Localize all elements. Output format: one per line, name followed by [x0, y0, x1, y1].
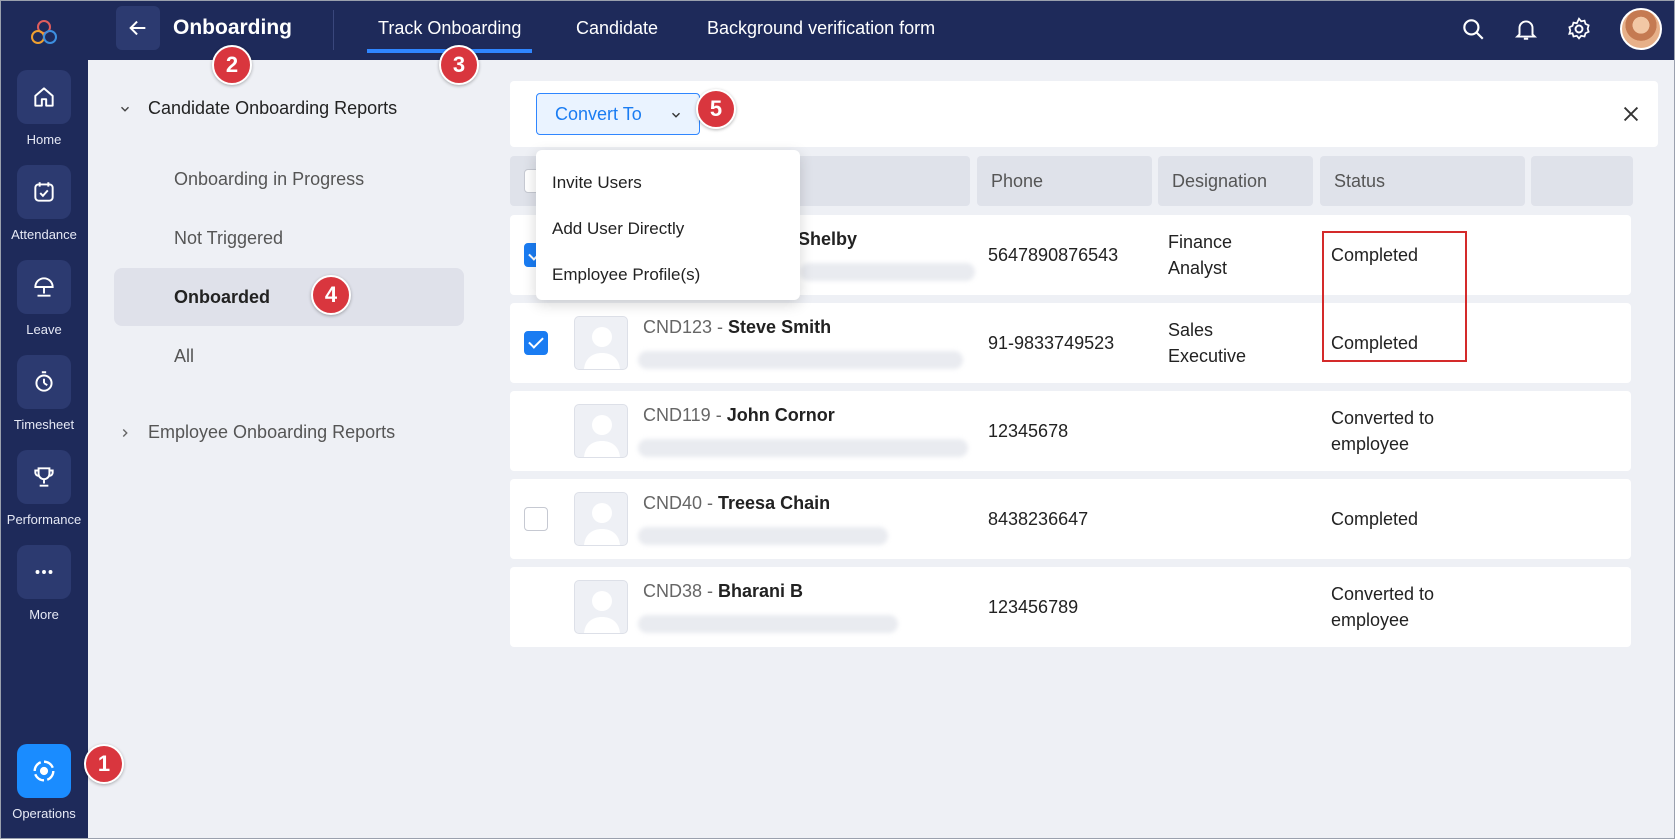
- rail-item-label: Leave: [26, 322, 62, 337]
- phone-cell: 12345678: [988, 421, 1069, 441]
- bell-icon[interactable]: [1513, 16, 1539, 42]
- gear-icon[interactable]: [1566, 16, 1592, 42]
- rail-item-performance[interactable]: Performance: [0, 450, 88, 527]
- rail-item-leave[interactable]: Leave: [0, 260, 88, 337]
- convert-to-button[interactable]: Convert To: [536, 93, 700, 135]
- menu-item-add-user-directly[interactable]: Add User Directly: [536, 216, 800, 262]
- page-title: Onboarding: [173, 16, 292, 39]
- rail-item-timesheet[interactable]: Timesheet: [0, 355, 88, 432]
- candidate-name[interactable]: CND123 - Steve Smith: [643, 317, 831, 338]
- phone-cell: 5647890876543: [988, 245, 1119, 265]
- candidate-name: Shelby: [798, 229, 858, 249]
- candidate-avatar: [574, 492, 628, 546]
- status-cell: Completed: [1331, 509, 1419, 529]
- table-row[interactable]: CND38 - Bharani B 123456789 Converted to…: [510, 567, 1631, 647]
- chevron-down-icon: [672, 112, 680, 118]
- rail-item-label: More: [29, 607, 59, 622]
- app-rail: Home Attendance Leave Timesheet Performa…: [0, 0, 88, 839]
- report-onboarded[interactable]: Onboarded: [114, 268, 464, 326]
- callout-badge-5: 5: [696, 89, 736, 129]
- candidate-avatar: [574, 580, 628, 634]
- search-icon[interactable]: [1460, 16, 1486, 42]
- menu-item-invite-users[interactable]: Invite Users: [536, 170, 800, 216]
- chevron-right-icon: [122, 428, 128, 437]
- calendar-check-icon: [34, 182, 54, 202]
- table-row[interactable]: CND40 - Treesa Chain 8438236647 Complete…: [510, 479, 1631, 559]
- row-checkbox[interactable]: [524, 331, 548, 355]
- phone-cell: 8438236647: [988, 509, 1089, 529]
- trophy-icon: [34, 467, 54, 487]
- rail-item-label: Timesheet: [13, 417, 75, 432]
- tab-background-verification-form[interactable]: Background verification form: [707, 18, 935, 39]
- designation-cell: Sales Executive: [1168, 320, 1247, 366]
- selection-toolbar: Convert To: [510, 81, 1658, 147]
- back-button[interactable]: [116, 6, 160, 50]
- home-icon: [34, 87, 54, 107]
- redacted-email: [638, 615, 898, 633]
- close-icon[interactable]: [1620, 103, 1642, 125]
- candidate-name[interactable]: CND119 - John Cornor: [643, 405, 835, 426]
- employee-onboarding-reports-toggle[interactable]: Employee Onboarding Reports: [118, 422, 395, 443]
- group-label: Candidate Onboarding Reports: [148, 98, 398, 118]
- report-all[interactable]: All: [114, 327, 464, 385]
- rail-item-attendance[interactable]: Attendance: [0, 165, 88, 242]
- candidate-onboarding-reports-toggle[interactable]: Candidate Onboarding Reports: [118, 98, 397, 119]
- table-row[interactable]: CND119 - John Cornor 12345678 Converted …: [510, 391, 1631, 471]
- reports-panel: Candidate Onboarding Reports Onboarding …: [88, 60, 478, 839]
- rail-item-home[interactable]: Home: [0, 70, 88, 147]
- status-cell: Converted to employee: [1331, 408, 1435, 454]
- arrow-left-icon: [129, 20, 146, 36]
- column-header-actions: [1531, 156, 1633, 206]
- designation-cell: Finance Analyst: [1168, 232, 1233, 278]
- redacted-email: [638, 439, 968, 457]
- menu-item-employee-profiles[interactable]: Employee Profile(s): [536, 262, 800, 308]
- stopwatch-icon: [35, 371, 53, 392]
- tab-candidate[interactable]: Candidate: [576, 18, 658, 39]
- more-icon: [35, 570, 53, 574]
- candidate-name[interactable]: CND38 - Bharani B: [643, 581, 803, 602]
- callout-badge-2: 2: [212, 45, 252, 85]
- operations-icon: [33, 760, 55, 782]
- report-not-triggered[interactable]: Not Triggered: [114, 209, 464, 267]
- zoho-people-logo[interactable]: [24, 12, 64, 52]
- status-highlight-box: [1322, 231, 1467, 362]
- group-label: Employee Onboarding Reports: [148, 422, 396, 442]
- divider: [333, 10, 334, 50]
- tab-track-onboarding[interactable]: Track Onboarding: [366, 18, 533, 53]
- redacted-email: [800, 263, 975, 281]
- avatar[interactable]: [1620, 8, 1662, 50]
- column-header-status[interactable]: Status: [1320, 156, 1525, 206]
- top-bar: Onboarding Track Onboarding Candidate Ba…: [88, 0, 1675, 60]
- rail-item-label: Operations: [12, 806, 76, 821]
- redacted-email: [638, 527, 888, 545]
- report-onboarding-in-progress[interactable]: Onboarding in Progress: [114, 150, 464, 208]
- column-header-designation[interactable]: Designation: [1158, 156, 1313, 206]
- convert-to-menu: Invite Users Add User Directly Employee …: [536, 150, 800, 300]
- phone-cell: 123456789: [988, 597, 1079, 617]
- redacted-email: [638, 351, 963, 369]
- callout-badge-4: 4: [311, 275, 351, 315]
- status-cell: Converted to employee: [1331, 584, 1435, 630]
- chevron-down-icon: [121, 106, 129, 112]
- callout-badge-3: 3: [439, 45, 479, 85]
- column-header-phone[interactable]: Phone: [977, 156, 1152, 206]
- row-checkbox[interactable]: [524, 507, 548, 531]
- candidate-avatar: [574, 316, 628, 370]
- rail-item-operations[interactable]: Operations: [0, 744, 88, 821]
- rail-item-more[interactable]: More: [0, 545, 88, 622]
- convert-to-label: Convert To: [555, 103, 642, 124]
- rail-item-label: Performance: [6, 512, 82, 527]
- rail-item-label: Attendance: [11, 227, 77, 242]
- candidate-name[interactable]: CND40 - Treesa Chain: [643, 493, 830, 514]
- umbrella-icon: [34, 277, 54, 297]
- phone-cell: 91-9833749523: [988, 333, 1115, 353]
- candidate-avatar: [574, 404, 628, 458]
- callout-badge-1: 1: [84, 744, 124, 784]
- rail-item-label: Home: [26, 132, 62, 147]
